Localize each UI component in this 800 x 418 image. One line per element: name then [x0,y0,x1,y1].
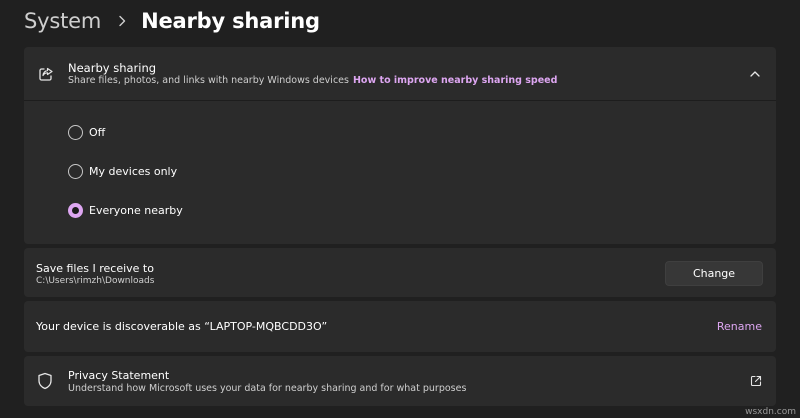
page-title: Nearby sharing [141,9,320,33]
radio-option-my-devices[interactable]: My devices only [68,160,177,182]
breadcrumb: System Nearby sharing [24,5,320,37]
radio-button-my-devices[interactable] [68,163,83,179]
shield-icon [36,372,54,390]
radio-selected-dot [72,206,79,214]
device-name-card: Your device is discoverable as “LAPTOP-M… [24,301,776,352]
device-discoverable-text: Your device is discoverable as “LAPTOP-M… [36,320,328,333]
save-files-path: C:\Users\rimzh\Downloads [36,276,155,286]
change-button[interactable]: Change [665,261,763,286]
watermark: wsxdn.com [745,407,796,417]
chevron-right-icon [107,11,137,31]
nearby-sharing-description: Share files, photos, and links with near… [68,75,557,86]
radio-button-everyone[interactable] [68,202,83,218]
radio-option-everyone[interactable]: Everyone nearby [68,199,183,221]
nearby-sharing-title: Nearby sharing [68,61,157,75]
nearby-sharing-header[interactable]: Nearby sharing Share files, photos, and … [24,47,776,101]
radio-label-everyone: Everyone nearby [89,203,183,217]
share-icon [37,65,55,83]
radio-button-off[interactable] [68,124,83,140]
radio-option-off[interactable]: Off [68,121,105,143]
improve-speed-link[interactable]: How to improve nearby sharing speed [353,75,557,86]
save-files-card: Save files I receive to C:\Users\rimzh\D… [24,248,776,297]
radio-label-my-devices: My devices only [89,164,178,178]
privacy-statement-title: Privacy Statement [68,369,170,382]
radio-label-off: Off [89,125,106,139]
privacy-statement-description: Understand how Microsoft uses your data … [68,383,467,394]
privacy-statement-card[interactable]: Privacy Statement Understand how Microso… [24,356,776,406]
nearby-sharing-card: Nearby sharing Share files, photos, and … [24,47,776,244]
external-link-icon[interactable] [748,373,764,389]
save-files-title: Save files I receive to [36,262,154,275]
breadcrumb-parent-system[interactable]: System [24,9,101,33]
chevron-up-icon[interactable] [746,65,764,83]
nearby-sharing-description-text: Share files, photos, and links with near… [68,75,349,86]
rename-link[interactable]: Rename [717,320,762,333]
